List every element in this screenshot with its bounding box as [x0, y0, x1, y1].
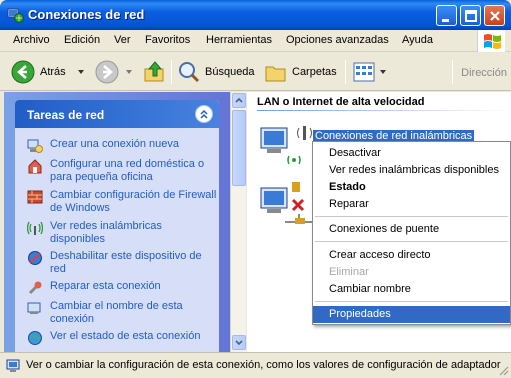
left-pane-scrollbar[interactable]: [230, 92, 246, 352]
status-bar: Ver o cambiar la configuración de esta c…: [0, 352, 511, 378]
task-label: Reparar esta conexión: [50, 280, 161, 292]
maximize-button[interactable]: [460, 5, 481, 26]
chevron-down-icon[interactable]: [378, 67, 388, 77]
menu-archivo[interactable]: Archivo: [13, 34, 50, 46]
ctx-repair[interactable]: Reparar: [313, 196, 510, 213]
chevron-down-icon[interactable]: [76, 67, 86, 77]
folders-button[interactable]: Carpetas: [264, 59, 337, 85]
task-label: Cambiar el nombre de esta conexión: [50, 300, 183, 325]
back-label: Atrás: [40, 66, 66, 78]
network-connections-icon: [7, 8, 24, 23]
group-title: LAN o Internet de alta velocidad: [257, 96, 425, 108]
network-tasks-panel: Tareas de red Crear una conexión nueva C…: [15, 100, 219, 352]
ctx-delete: Eliminar: [329, 266, 369, 278]
new-connection-icon: [27, 139, 43, 153]
left-task-pane: Tareas de red Crear una conexión nueva C…: [4, 92, 230, 352]
status-globe-icon: [28, 331, 42, 345]
address-label: Dirección: [461, 67, 507, 79]
toolbar-separator: [345, 60, 346, 84]
ctx-properties[interactable]: Propiedades: [313, 306, 510, 323]
windows-flag-icon: [484, 34, 501, 49]
connection-status-icon: [6, 359, 20, 372]
ctx-separator: [315, 301, 508, 302]
wireless-connection-icon[interactable]: [259, 122, 313, 172]
task-home-network[interactable]: Configurar una red doméstica o para pequ…: [27, 158, 217, 184]
close-icon: [490, 11, 500, 21]
firewall-icon: [27, 190, 43, 204]
resize-grip-icon[interactable]: [497, 364, 509, 376]
group-divider: [257, 110, 511, 111]
lan-connection-icon[interactable]: [259, 182, 313, 232]
task-view-status[interactable]: Ver el estado de esta conexión: [27, 330, 217, 346]
task-label: Crear una conexión nueva: [50, 138, 180, 150]
scroll-thumb[interactable]: [232, 110, 246, 186]
folders-icon: [265, 66, 286, 82]
search-button[interactable]: Búsqueda: [177, 59, 255, 85]
menu-opciones-avanzadas[interactable]: Opciones avanzadas: [286, 34, 389, 46]
task-label: Deshabilitar este dispositivo de red: [50, 250, 202, 275]
toolbar: Atrás Búsqueda Carpetas Dirección: [0, 53, 511, 91]
folders-label: Carpetas: [292, 66, 337, 78]
context-menu: Desactivar Ver redes inalámbricas dispon…: [312, 141, 511, 325]
status-text: Ver o cambiar la configuración de esta c…: [26, 359, 501, 371]
forward-arrow-icon: [95, 60, 119, 84]
views-icon: [353, 62, 375, 82]
arrow-down-icon: [235, 340, 243, 346]
task-view-wireless[interactable]: Ver redes inalámbricas disponibles: [27, 220, 217, 246]
chevron-down-icon[interactable]: [124, 67, 134, 77]
task-label: Ver el estado de esta conexión: [50, 330, 201, 342]
network-tasks-title: Tareas de red: [27, 108, 105, 122]
menu-herramientas[interactable]: Herramientas: [206, 34, 272, 46]
task-firewall-settings[interactable]: Cambiar configuración de Firewall de Win…: [27, 189, 217, 215]
up-folder-icon: [144, 61, 164, 82]
ctx-view-wireless[interactable]: Ver redes inalámbricas disponibles: [313, 162, 510, 179]
wireless-icon: [27, 221, 43, 235]
menu-favoritos[interactable]: Favoritos: [145, 34, 190, 46]
up-folder-button[interactable]: [143, 59, 167, 85]
close-button[interactable]: [484, 5, 505, 26]
title-bar[interactable]: Conexiones de red: [0, 0, 511, 30]
network-tasks-header[interactable]: Tareas de red: [15, 100, 219, 128]
task-disable-device[interactable]: Deshabilitar este dispositivo de red: [27, 250, 217, 276]
ctx-bridge[interactable]: Conexiones de puente: [313, 221, 510, 238]
menu-ayuda[interactable]: Ayuda: [402, 34, 433, 46]
task-label: Configurar una red doméstica o para pequ…: [50, 158, 205, 183]
toolbar-separator: [452, 60, 453, 84]
task-repair-connection[interactable]: Reparar esta conexión: [27, 280, 217, 296]
windows-logo: [477, 30, 505, 52]
views-button[interactable]: [352, 59, 388, 85]
ctx-status[interactable]: Estado: [313, 179, 510, 196]
ctx-separator: [315, 216, 508, 217]
ctx-disable[interactable]: Desactivar: [313, 145, 510, 162]
minimize-button[interactable]: [436, 5, 457, 26]
disable-device-icon: [28, 251, 42, 265]
menu-bar: Archivo Edición Ver Favoritos Herramient…: [0, 30, 511, 52]
task-label: Cambiar configuración de Firewall de Win…: [50, 189, 217, 214]
rename-icon: [27, 302, 41, 314]
window-title: Conexiones de red: [28, 7, 145, 22]
task-rename-connection[interactable]: Cambiar el nombre de esta conexión: [27, 300, 217, 326]
repair-icon: [28, 281, 42, 295]
menu-ver[interactable]: Ver: [114, 34, 131, 46]
forward-button[interactable]: [94, 59, 134, 85]
scroll-down-button[interactable]: [232, 335, 246, 350]
search-icon: [179, 62, 200, 83]
task-create-connection[interactable]: Crear una conexión nueva: [27, 138, 217, 154]
arrow-up-icon: [235, 97, 243, 103]
back-arrow-icon: [11, 60, 35, 84]
scroll-up-button[interactable]: [232, 93, 246, 108]
menu-edicion[interactable]: Edición: [64, 34, 100, 46]
ctx-rename[interactable]: Cambiar nombre: [313, 281, 510, 298]
search-label: Búsqueda: [205, 66, 255, 78]
home-network-icon: [28, 159, 42, 174]
ctx-separator: [315, 241, 508, 242]
toolbar-separator: [171, 60, 172, 84]
double-chevron-up-icon: [200, 109, 208, 119]
collapse-button[interactable]: [195, 105, 213, 123]
maximize-icon: [465, 10, 477, 22]
ctx-create-shortcut[interactable]: Crear acceso directo: [313, 247, 510, 264]
back-button[interactable]: Atrás: [10, 59, 86, 85]
minimize-icon: [442, 19, 449, 22]
task-label: Ver redes inalámbricas disponibles: [50, 220, 162, 245]
